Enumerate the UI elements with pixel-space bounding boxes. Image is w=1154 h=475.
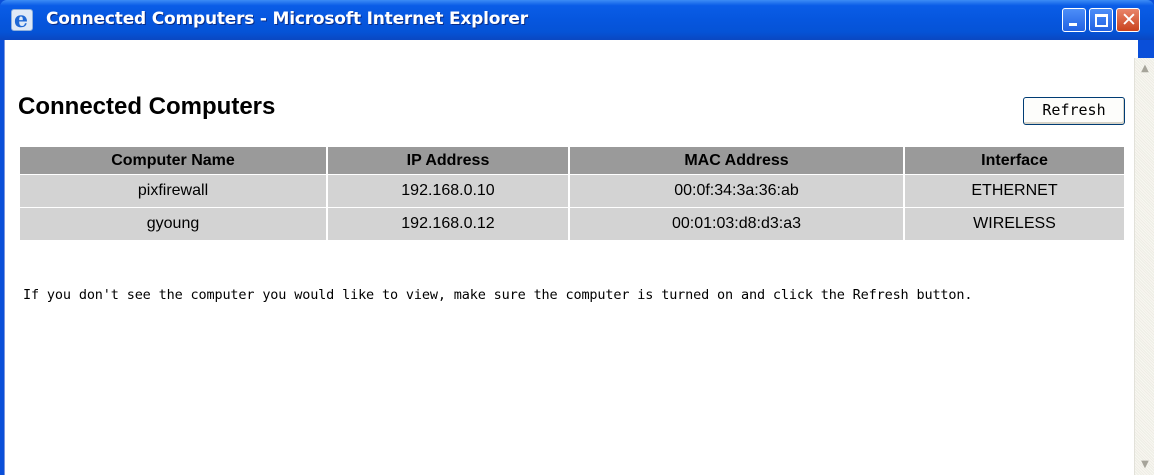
refresh-button[interactable]: Refresh: [1023, 97, 1125, 125]
mac-address-cell: 00:01:03:d8:d3:a3: [570, 208, 903, 240]
column-header: Computer Name: [20, 147, 326, 174]
vertical-scrollbar[interactable]: ▲ ▼: [1134, 58, 1154, 475]
column-header: IP Address: [328, 147, 568, 174]
interface-cell: ETHERNET: [905, 175, 1124, 207]
interface-cell: WIRELESS: [905, 208, 1124, 240]
minimize-button[interactable]: [1062, 8, 1086, 32]
scroll-up-arrow-icon[interactable]: ▲: [1136, 60, 1154, 77]
maximize-icon: [1095, 14, 1108, 27]
table-row: gyoung 192.168.0.12 00:01:03:d8:d3:a3 WI…: [20, 208, 1124, 240]
ip-address-cell: 192.168.0.12: [328, 208, 568, 240]
column-header: Interface: [905, 147, 1124, 174]
scroll-down-arrow-icon[interactable]: ▼: [1136, 456, 1154, 473]
title-bar[interactable]: e Connected Computers - Microsoft Intern…: [0, 0, 1154, 40]
computer-name-cell: pixfirewall: [20, 175, 326, 207]
table-row: pixfirewall 192.168.0.10 00:0f:34:3a:36:…: [20, 175, 1124, 207]
table-header-row: Computer Name IP Address MAC Address Int…: [20, 147, 1124, 174]
mac-address-cell: 00:0f:34:3a:36:ab: [570, 175, 903, 207]
internet-explorer-icon[interactable]: e: [11, 8, 33, 32]
minimize-icon: [1069, 23, 1077, 26]
close-button[interactable]: ✕: [1116, 8, 1140, 32]
close-icon: ✕: [1121, 9, 1137, 31]
page-title: Connected Computers: [18, 93, 276, 120]
column-header: MAC Address: [570, 147, 903, 174]
window-title: Connected Computers - Microsoft Internet…: [46, 9, 528, 29]
browser-window: e Connected Computers - Microsoft Intern…: [0, 0, 1154, 475]
connected-computers-table: Computer Name IP Address MAC Address Int…: [18, 146, 1126, 241]
maximize-button[interactable]: [1089, 8, 1113, 32]
ip-address-cell: 192.168.0.10: [328, 175, 568, 207]
help-note: If you don't see the computer you would …: [23, 287, 973, 303]
computer-name-cell: gyoung: [20, 208, 326, 240]
